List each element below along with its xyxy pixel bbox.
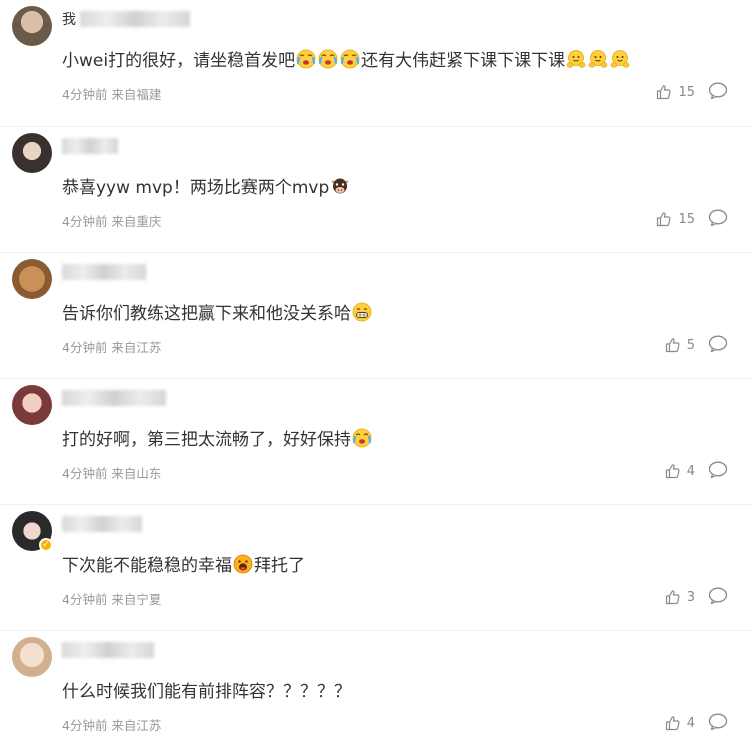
hug-emoji-icon <box>610 49 630 69</box>
comment-text-part1: 告诉你们教练这把赢下来和他没关系哈 <box>62 304 351 324</box>
comment-list: 我 小wei打的很好，请坐稳首发吧 还有大伟赶紧下课下课下课 4分钟前 来自福建 … <box>0 0 752 756</box>
username-blurred <box>62 138 118 154</box>
like-count: 5 <box>686 337 695 353</box>
like-button[interactable]: 5 <box>665 337 695 353</box>
verified-badge-icon: ✓ <box>39 538 53 552</box>
comment-text-part2: 还有大伟赶紧下课下课下课 <box>361 51 566 71</box>
comment-meta: 4分钟前 来自江苏 <box>62 340 162 355</box>
comment-meta: 4分钟前 来自福建 <box>62 87 162 102</box>
comment-item: 告诉你们教练这把赢下来和他没关系哈 4分钟前 来自江苏 5 <box>0 252 752 378</box>
hug-emoji-icon <box>566 49 586 69</box>
thumbs-up-icon <box>665 463 681 479</box>
comment-meta: 4分钟前 来自宁夏 <box>62 592 162 607</box>
comment-text-part1: 小wei打的很好，请坐稳首发吧 <box>62 51 296 71</box>
like-button[interactable]: 4 <box>665 715 695 731</box>
comment-bubble-icon[interactable] <box>708 587 728 605</box>
crying-emoji-icon <box>352 428 372 448</box>
thumbs-up-icon <box>665 715 681 731</box>
thumbs-up-icon <box>665 589 681 605</box>
username[interactable] <box>62 641 154 659</box>
comment-meta: 4分钟前 来自重庆 <box>62 214 162 229</box>
like-count: 15 <box>678 211 695 227</box>
comment-item: 恭喜yyw mvp！两场比赛两个mvp 4分钟前 来自重庆 15 <box>0 126 752 252</box>
cow-emoji-icon <box>330 176 350 196</box>
comment-text-part1: 打的好啊，第三把太流畅了，好好保持 <box>62 430 351 450</box>
crying-emoji-icon <box>318 49 338 69</box>
comment-text: 小wei打的很好，请坐稳首发吧 还有大伟赶紧下课下课下课 <box>62 46 631 71</box>
username[interactable] <box>62 137 118 155</box>
crying-emoji-icon <box>296 49 316 69</box>
avatar[interactable] <box>12 133 52 173</box>
like-button[interactable]: 15 <box>656 84 695 100</box>
like-button[interactable]: 4 <box>665 463 695 479</box>
comment-text-part2: 拜托了 <box>254 556 305 576</box>
thumbs-up-icon <box>656 84 672 100</box>
username[interactable] <box>62 389 166 407</box>
comment-bubble-icon[interactable] <box>708 82 728 100</box>
username-visible-char: 我 <box>62 12 76 28</box>
comment-text-part1: 什么时候我们能有前排阵容？？？？？ <box>62 682 351 702</box>
like-count: 15 <box>678 84 695 100</box>
thumbs-up-icon <box>665 337 681 353</box>
comment-item: ✓ 下次能不能稳稳的幸福 拜托了 4分钟前 来自宁夏 3 <box>0 504 752 630</box>
comment-text: 下次能不能稳稳的幸福 拜托了 <box>62 551 305 576</box>
avatar[interactable] <box>12 385 52 425</box>
avatar[interactable] <box>12 6 52 46</box>
comment-bubble-icon[interactable] <box>708 335 728 353</box>
comment-item: 什么时候我们能有前排阵容？？？？？ 4分钟前 来自江苏 4 <box>0 630 752 756</box>
username-blurred <box>62 516 142 532</box>
username-blurred <box>80 11 190 27</box>
avatar[interactable] <box>12 259 52 299</box>
username[interactable] <box>62 515 142 533</box>
comment-meta: 4分钟前 来自山东 <box>62 466 162 481</box>
like-count: 3 <box>686 589 695 605</box>
avatar[interactable]: ✓ <box>12 511 53 552</box>
username-blurred <box>62 264 146 280</box>
comment-text: 打的好啊，第三把太流畅了，好好保持 <box>62 425 373 450</box>
comment-bubble-icon[interactable] <box>708 461 728 479</box>
comment-text: 什么时候我们能有前排阵容？？？？？ <box>62 677 351 702</box>
comment-text-part1: 恭喜yyw mvp！两场比赛两个mvp <box>62 178 330 198</box>
crying-emoji-icon <box>340 49 360 69</box>
username-blurred <box>62 390 166 406</box>
like-button[interactable]: 3 <box>665 589 695 605</box>
comment-text: 告诉你们教练这把赢下来和他没关系哈 <box>62 299 373 324</box>
grin-emoji-icon <box>352 302 372 322</box>
comment-bubble-icon[interactable] <box>708 209 728 227</box>
like-count: 4 <box>686 463 695 479</box>
comment-bubble-icon[interactable] <box>708 713 728 731</box>
username[interactable]: 我 <box>62 10 190 28</box>
comment-item: 我 小wei打的很好，请坐稳首发吧 还有大伟赶紧下课下课下课 4分钟前 来自福建 … <box>0 0 752 126</box>
avatar[interactable] <box>12 637 52 677</box>
shocked-emoji-icon <box>233 554 253 574</box>
username[interactable] <box>62 263 146 281</box>
comment-item: 打的好啊，第三把太流畅了，好好保持 4分钟前 来自山东 4 <box>0 378 752 504</box>
username-blurred <box>62 642 154 658</box>
like-count: 4 <box>686 715 695 731</box>
like-button[interactable]: 15 <box>656 211 695 227</box>
hug-emoji-icon <box>588 49 608 69</box>
comment-text: 恭喜yyw mvp！两场比赛两个mvp <box>62 173 351 198</box>
thumbs-up-icon <box>656 211 672 227</box>
comment-text-part1: 下次能不能稳稳的幸福 <box>62 556 232 576</box>
comment-meta: 4分钟前 来自江苏 <box>62 718 162 733</box>
